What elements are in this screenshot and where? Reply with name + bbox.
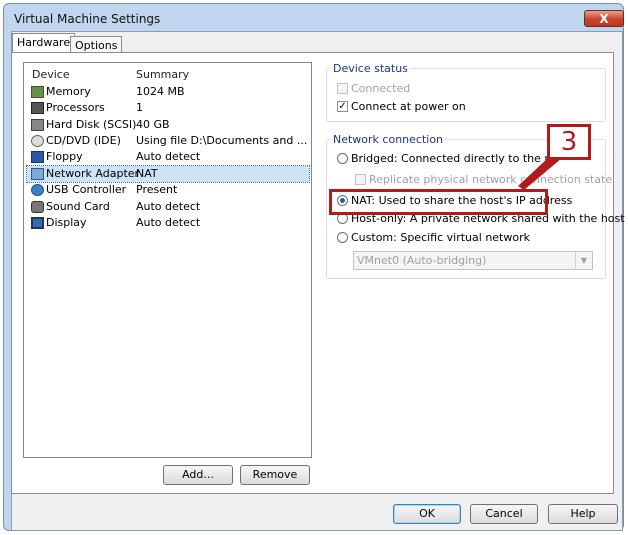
device-list[interactable]: Device Summary Memory 1024 MB Processors…: [23, 62, 312, 458]
ok-button[interactable]: OK: [393, 504, 461, 524]
connect-at-power-on-label: Connect at power on: [351, 100, 466, 113]
bridged-radio[interactable]: [337, 153, 348, 164]
replicate-checkbox[interactable]: [355, 174, 366, 185]
device-name: USB Controller: [46, 183, 127, 196]
display-icon: [31, 217, 44, 229]
device-summary: 1: [136, 101, 143, 114]
device-name: Sound Card: [46, 200, 110, 213]
device-name: Memory: [46, 85, 91, 98]
device-row-sound-card[interactable]: Sound Card Auto detect: [27, 199, 309, 215]
usb-icon: [31, 184, 44, 196]
device-row-floppy[interactable]: Floppy Auto detect: [27, 149, 309, 165]
device-row-processors[interactable]: Processors 1: [27, 100, 309, 116]
vmnet-select-value: VMnet0 (Auto-bridging): [357, 254, 487, 267]
device-summary: Auto detect: [136, 200, 201, 213]
memory-icon: [31, 86, 44, 98]
cancel-button[interactable]: Cancel: [470, 504, 538, 524]
tab-hardware[interactable]: Hardware: [12, 33, 76, 54]
chevron-down-icon: ▼: [575, 252, 592, 269]
device-row-usb-controller[interactable]: USB Controller Present: [27, 182, 309, 198]
device-summary: Auto detect: [136, 216, 201, 229]
device-summary: Present: [136, 183, 178, 196]
custom-radio[interactable]: [337, 232, 348, 243]
custom-label: Custom: Specific virtual network: [351, 231, 530, 244]
device-summary: Auto detect: [136, 150, 201, 163]
connected-label: Connected: [351, 82, 411, 95]
sound-card-icon: [31, 201, 44, 213]
network-connection-label: Network connection: [331, 133, 446, 146]
replicate-label: Replicate physical network connection st…: [369, 173, 613, 186]
cd-dvd-icon: [31, 135, 44, 147]
connect-at-power-on-checkbox[interactable]: ✓: [337, 101, 348, 112]
device-name: Display: [46, 216, 87, 229]
device-status-group: [326, 68, 606, 122]
help-button[interactable]: Help: [548, 504, 618, 524]
device-row-cd-dvd[interactable]: CD/DVD (IDE) Using file D:\Documents and…: [27, 133, 309, 149]
device-name: Floppy: [46, 150, 83, 163]
device-name: Network Adapter: [46, 167, 140, 180]
device-row-display[interactable]: Display Auto detect: [27, 215, 309, 231]
device-row-network-adapter[interactable]: Network Adapter NAT: [26, 165, 310, 183]
add-button[interactable]: Add...: [163, 465, 233, 485]
hard-disk-icon: [31, 119, 44, 131]
device-summary: NAT: [136, 167, 158, 180]
device-summary: 1024 MB: [136, 85, 185, 98]
device-row-hard-disk[interactable]: Hard Disk (SCSI) 40 GB: [27, 117, 309, 133]
device-summary: Using file D:\Documents and ...: [136, 134, 308, 147]
device-status-label: Device status: [331, 62, 410, 75]
device-summary: 40 GB: [136, 118, 170, 131]
column-header-device[interactable]: Device: [32, 68, 70, 81]
processor-icon: [31, 102, 44, 114]
device-name: Hard Disk (SCSI): [46, 118, 137, 131]
remove-button[interactable]: Remove: [240, 465, 310, 485]
device-name: Processors: [46, 101, 105, 114]
device-name: CD/DVD (IDE): [46, 134, 121, 147]
network-adapter-icon: [31, 168, 44, 180]
device-row-memory[interactable]: Memory 1024 MB: [27, 84, 309, 100]
window-title: Virtual Machine Settings: [14, 12, 161, 26]
column-header-summary[interactable]: Summary: [136, 68, 189, 81]
close-button[interactable]: X: [584, 10, 624, 27]
connected-checkbox[interactable]: [337, 83, 348, 94]
floppy-icon: [31, 151, 44, 163]
annotation-step-badge: 3: [547, 124, 591, 160]
vmnet-select[interactable]: VMnet0 (Auto-bridging) ▼: [353, 251, 593, 270]
